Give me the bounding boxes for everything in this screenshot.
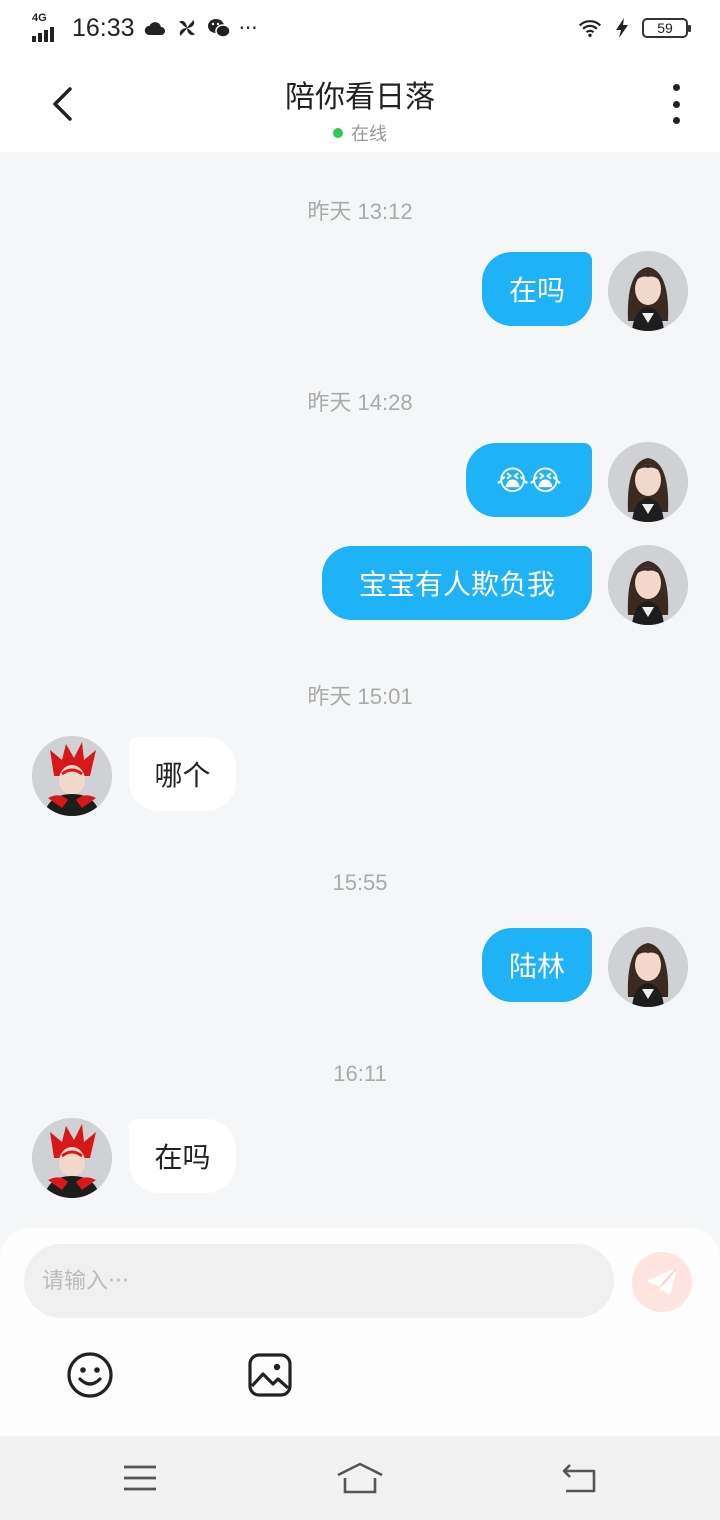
timestamp: 昨天 15:01	[307, 684, 413, 709]
menu-button[interactable]	[110, 1454, 170, 1502]
menu-icon	[124, 1465, 156, 1491]
image-button[interactable]	[245, 1350, 295, 1400]
back-icon	[562, 1464, 596, 1493]
chat-header: 陪你看日落 在线	[0, 56, 720, 152]
contact-name: 陪你看日落	[285, 80, 435, 115]
message-bubble[interactable]: 在吗	[482, 252, 592, 326]
home-icon	[337, 1462, 383, 1494]
my-avatar[interactable]	[608, 927, 688, 1007]
online-status: 在线	[0, 120, 720, 146]
pinwheel-icon	[175, 16, 199, 40]
timestamp: 昨天 14:28	[307, 390, 413, 415]
emoji-icon	[67, 1352, 113, 1398]
signal-icon: 4G	[32, 12, 62, 42]
online-dot	[333, 128, 343, 138]
send-button[interactable]	[632, 1252, 692, 1312]
return-button[interactable]	[550, 1454, 610, 1502]
timestamp: 15:55	[332, 870, 388, 895]
more-options-button[interactable]	[664, 84, 688, 124]
message-bubble[interactable]: 在吗	[129, 1119, 236, 1193]
wechat-icon	[207, 16, 231, 40]
message-bubble[interactable]: 陆林	[482, 928, 592, 1002]
contact-avatar[interactable]	[32, 1118, 112, 1198]
status-time: 16:33	[72, 13, 135, 42]
my-avatar[interactable]	[608, 251, 688, 331]
contact-avatar[interactable]	[32, 736, 112, 816]
input-panel	[0, 1228, 720, 1436]
message-input[interactable]	[24, 1244, 614, 1318]
wifi-icon	[578, 16, 602, 40]
my-avatar[interactable]	[608, 545, 688, 625]
navigation-bar	[0, 1436, 720, 1520]
my-avatar[interactable]	[608, 442, 688, 522]
home-button[interactable]	[330, 1454, 390, 1502]
message-bubble[interactable]: 宝宝有人欺负我	[322, 546, 592, 620]
battery-indicator: 59	[642, 18, 691, 38]
image-icon	[248, 1353, 292, 1397]
paper-plane-icon	[647, 1268, 677, 1296]
message-bubble[interactable]: 哪个	[129, 737, 236, 811]
cloud-icon	[143, 16, 167, 40]
status-bar: 4G 16:33 ··· 59	[0, 0, 720, 56]
emoji-button[interactable]	[65, 1350, 115, 1400]
timestamp: 昨天 13:12	[307, 199, 413, 224]
status-more: ···	[238, 16, 258, 40]
timestamp: 16:11	[333, 1061, 387, 1086]
charging-icon	[610, 16, 634, 40]
chat-area: 昨天 13:12 在吗 昨天 14:28 😭😭 宝宝有人欺负我 昨天 15:01…	[0, 152, 720, 1228]
message-bubble[interactable]: 😭😭	[466, 443, 592, 517]
online-label: 在线	[351, 124, 387, 145]
